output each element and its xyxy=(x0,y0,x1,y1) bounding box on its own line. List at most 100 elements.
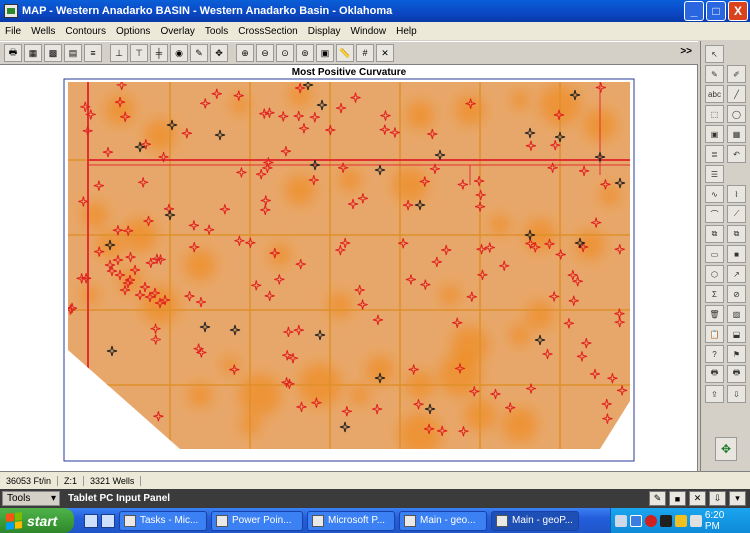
paint-icon[interactable]: ⬓ xyxy=(727,325,746,343)
arrow-icon[interactable]: ↗ xyxy=(727,265,746,283)
list-icon[interactable]: ☰ xyxy=(705,165,724,183)
pan-arrows-icon[interactable]: ✥ xyxy=(715,437,737,461)
task-main-geop-active[interactable]: Main - geoP... xyxy=(491,510,579,531)
tools-dropdown[interactable]: Tools ▾ xyxy=(2,491,60,506)
curvature-high xyxy=(268,243,292,267)
line-icon[interactable]: ╱ xyxy=(727,85,746,103)
printer-setup-icon[interactable]: 🖶 xyxy=(705,365,724,383)
flag-icon[interactable]: ⚑ xyxy=(727,345,746,363)
grid-map-icon[interactable]: ▤ xyxy=(64,44,82,62)
notepad-icon[interactable] xyxy=(101,513,115,528)
picture-icon[interactable]: ▨ xyxy=(727,305,746,323)
task-main-geo[interactable]: Main - geo... xyxy=(399,510,487,531)
menu-display[interactable]: Display xyxy=(303,26,346,37)
no-entry-icon[interactable]: ⊘ xyxy=(727,285,746,303)
frame-icon[interactable]: ▣ xyxy=(705,125,724,143)
menu-wells[interactable]: Wells xyxy=(26,26,60,37)
menu-file[interactable]: File xyxy=(0,26,26,37)
minimize-button[interactable]: _ xyxy=(684,1,704,21)
grid-icon[interactable]: # xyxy=(356,44,374,62)
ruler-icon[interactable]: 📏 xyxy=(336,44,354,62)
filled-rectangle-icon[interactable]: ■ xyxy=(727,245,746,263)
network-icon[interactable] xyxy=(615,514,627,527)
menu-options[interactable]: Options xyxy=(111,26,155,37)
dock-icon[interactable]: ⇩ xyxy=(709,491,726,506)
task-powerpoint[interactable]: Power Poin... xyxy=(211,510,303,531)
help-icon[interactable]: ? xyxy=(705,345,724,363)
menu-window[interactable]: Window xyxy=(346,26,392,37)
sum-icon[interactable]: Σ xyxy=(705,285,724,303)
start-button[interactable]: start xyxy=(0,508,74,533)
pointer-icon[interactable]: ↖ xyxy=(705,45,724,63)
menu-crosssection[interactable]: CrossSection xyxy=(233,26,302,37)
map-scale: 36053 Ft/in xyxy=(0,475,59,486)
font-tray-icon[interactable] xyxy=(674,514,687,527)
move-tool-icon[interactable]: ✥ xyxy=(210,44,228,62)
print-preview-icon[interactable]: 🖶 xyxy=(727,365,746,383)
map-layers-icon[interactable]: ▦ xyxy=(24,44,42,62)
arc-icon[interactable]: ⌒ xyxy=(705,205,724,223)
panel-close-icon[interactable]: ✕ xyxy=(689,491,706,506)
select-box-icon[interactable]: ⬚ xyxy=(705,105,724,123)
zoom-extent-icon[interactable]: ⊚ xyxy=(296,44,314,62)
scale-bar-icon[interactable]: ⟋ xyxy=(727,205,746,223)
image-icon[interactable]: ▣ xyxy=(316,44,334,62)
polyline-icon[interactable]: ⌇ xyxy=(727,185,746,203)
pen-mode-icon[interactable]: ✎ xyxy=(649,491,666,506)
security-icon[interactable] xyxy=(644,514,657,527)
close-button[interactable]: X xyxy=(728,1,748,21)
edit-wells-icon[interactable]: ✎ xyxy=(190,44,208,62)
legend-icon[interactable]: ≣ xyxy=(705,145,724,163)
menu-help[interactable]: Help xyxy=(391,26,422,37)
stop-icon[interactable]: ■ xyxy=(669,491,686,506)
pen-tray-icon[interactable] xyxy=(689,514,702,527)
menu-tools[interactable]: Tools xyxy=(200,26,233,37)
task-label: Microsoft P... xyxy=(328,515,386,526)
menu-overlay[interactable]: Overlay xyxy=(155,26,199,37)
undo-icon[interactable]: ↶ xyxy=(727,145,746,163)
zoom-window-icon[interactable]: ⊙ xyxy=(276,44,294,62)
clipboard-icon[interactable]: 📋 xyxy=(705,325,724,343)
zoom-level: Z:1 xyxy=(58,475,85,486)
curve-icon[interactable]: ∿ xyxy=(705,185,724,203)
ellipse-icon[interactable]: ◯ xyxy=(727,105,746,123)
well-log-icon[interactable]: ⊥ xyxy=(110,44,128,62)
curvature-high xyxy=(105,95,135,125)
zoom-out-icon[interactable]: ⊖ xyxy=(256,44,274,62)
export-icon[interactable]: ⇪ xyxy=(705,385,724,403)
tools-dropdown-label: Tools xyxy=(7,493,31,504)
well-marker xyxy=(112,399,123,410)
printer-tray-icon[interactable] xyxy=(659,514,672,527)
panel-menu-icon[interactable]: ▾ xyxy=(729,491,746,506)
contour-map-icon[interactable]: ▩ xyxy=(44,44,62,62)
curvature-high xyxy=(141,286,179,324)
curvature-map[interactable] xyxy=(0,65,698,471)
maximize-button[interactable]: □ xyxy=(706,1,726,21)
task-tasks-microsoft[interactable]: Tasks - Mic... xyxy=(119,510,207,531)
toolbar-overflow-button[interactable]: >> xyxy=(680,46,692,57)
title-bar[interactable]: MAP - Western Anadarko BASIN - Western A… xyxy=(0,0,750,22)
well-profile-icon[interactable]: ⊤ xyxy=(130,44,148,62)
color-palette-icon[interactable]: ◉ xyxy=(170,44,188,62)
print-icon[interactable]: 🖶 xyxy=(4,44,22,62)
trash-icon[interactable]: 🗑 xyxy=(705,305,724,323)
text-icon[interactable]: abc xyxy=(705,85,724,103)
polygon-icon[interactable]: ⬡ xyxy=(705,265,724,283)
paste-icon[interactable]: ⧉ xyxy=(727,225,746,243)
close-map-icon[interactable]: ✕ xyxy=(376,44,394,62)
copy-icon[interactable]: ⧉ xyxy=(705,225,724,243)
rectangle-icon[interactable]: ▭ xyxy=(705,245,724,263)
marker-icon[interactable]: ✐ xyxy=(727,65,746,83)
menu-contours[interactable]: Contours xyxy=(60,26,111,37)
monitor-icon[interactable] xyxy=(629,514,642,527)
report-icon[interactable]: ≡ xyxy=(84,44,102,62)
map-canvas[interactable]: Most Positive Curvature xyxy=(0,65,698,471)
import-icon[interactable]: ⇩ xyxy=(727,385,746,403)
chevron-down-icon: ▾ xyxy=(50,493,56,504)
zoom-in-icon[interactable]: ⊕ xyxy=(236,44,254,62)
show-desktop-icon[interactable] xyxy=(84,513,98,528)
bitmap-icon[interactable]: ▦ xyxy=(727,125,746,143)
pen-icon[interactable]: ✎ xyxy=(705,65,724,83)
cross-section-icon[interactable]: ╪ xyxy=(150,44,168,62)
task-microsoft-powerpoint[interactable]: Microsoft P... xyxy=(307,510,395,531)
